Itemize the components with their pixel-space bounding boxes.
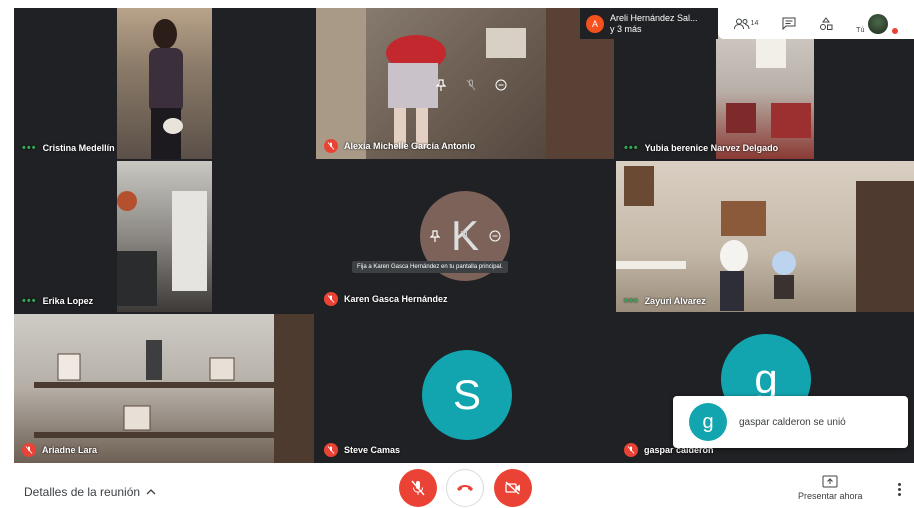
mic-off-icon — [324, 443, 338, 457]
mic-off-icon — [624, 443, 638, 457]
mic-off-icon — [411, 480, 425, 496]
leave-call-button[interactable] — [446, 469, 484, 507]
join-notification: g gaspar calderon se unió — [673, 396, 908, 448]
participant-nameplate: ••• Zayuri Alvarez — [624, 294, 706, 307]
participant-tile[interactable]: S Steve Camas — [316, 314, 614, 463]
speaking-indicator-icon: ••• — [22, 141, 37, 154]
participants-button[interactable]: 14 — [733, 18, 759, 30]
self-avatar — [868, 13, 889, 34]
self-muted-badge-icon — [892, 27, 899, 34]
chat-button[interactable] — [782, 17, 796, 30]
participant-nameplate: ••• Erika Lopez — [22, 294, 94, 307]
camera-feed — [14, 314, 314, 463]
participant-name: Cristina Medellín — [42, 143, 115, 153]
meeting-details-label: Detalles de la reunión — [24, 485, 141, 499]
chat-icon — [782, 17, 796, 30]
speaker-avatar: A — [586, 14, 604, 33]
participant-nameplate: ••• Yubia berenice Narvez Delgado — [624, 141, 779, 154]
participant-tile[interactable]: Alexia Michelle García Antonio — [316, 8, 614, 159]
camera-feed — [616, 161, 914, 312]
camera-toggle-button[interactable] — [494, 469, 532, 507]
remove-participant-icon[interactable] — [482, 225, 508, 247]
tile-hover-controls — [422, 225, 508, 247]
participant-tile[interactable]: ••• Cristina Medellín — [14, 8, 314, 159]
more-options-button[interactable] — [898, 483, 901, 496]
participant-count: 14 — [750, 20, 759, 27]
camera-feed — [117, 161, 212, 312]
camera-off-icon — [505, 481, 520, 495]
participant-nameplate: Steve Camas — [324, 443, 400, 457]
mute-participant-icon[interactable] — [452, 225, 478, 247]
present-screen-icon — [822, 475, 838, 488]
speaker-name: Areli Hernández Sal... — [610, 12, 698, 23]
video-grid: ••• Cristina Medellín Alexia Michelle Ga… — [14, 8, 914, 463]
room-scene — [616, 166, 914, 312]
room-scene — [34, 314, 314, 463]
notification-message: gaspar calderon se unió — [739, 416, 846, 428]
pin-icon[interactable] — [422, 225, 448, 247]
participant-name: Steve Camas — [344, 445, 401, 455]
speaking-indicator-icon: ••• — [624, 294, 639, 307]
present-now-label: Presentar ahora — [798, 491, 863, 501]
present-now-button[interactable]: Presentar ahora — [798, 475, 863, 501]
bottom-control-bar: Detalles de la reunión Presentar ahora — [0, 463, 914, 508]
speaking-indicator-icon: ••• — [22, 294, 37, 307]
participant-nameplate: Ariadne Lara — [22, 443, 97, 457]
chevron-up-icon — [146, 489, 156, 495]
room-scene — [117, 191, 207, 306]
meet-window: ••• Cristina Medellín Alexia Michelle Ga… — [0, 0, 914, 508]
participant-name: Alexia Michelle García Antonio — [344, 141, 476, 151]
participant-nameplate: Karen Gasca Hernández — [324, 292, 448, 306]
participant-tile[interactable]: K Fija a Karen Gasca Hernández en tu pan… — [316, 161, 614, 312]
participant-name: Yubia berenice Narvez Delgado — [644, 143, 779, 153]
mic-off-icon — [22, 443, 36, 457]
participant-tile[interactable]: Ariadne Lara — [14, 314, 314, 463]
participant-name: Zayuri Alvarez — [644, 296, 706, 306]
camera-feed — [117, 8, 212, 159]
speaker-text: Areli Hernández Sal... y 3 más — [610, 13, 698, 35]
speaking-indicator-icon: ••• — [624, 141, 639, 154]
meeting-details-button[interactable]: Detalles de la reunión — [24, 485, 156, 499]
participant-nameplate: Alexia Michelle García Antonio — [324, 139, 475, 153]
microphone-toggle-button[interactable] — [399, 469, 437, 507]
active-speaker-indicator[interactable]: A Areli Hernández Sal... y 3 más — [580, 8, 718, 39]
speaker-others: y 3 más — [610, 23, 642, 34]
participant-avatar: S — [422, 350, 512, 440]
participant-name: Karen Gasca Hernández — [344, 294, 448, 304]
self-view[interactable]: Tú — [856, 13, 899, 34]
pin-icon[interactable] — [428, 74, 454, 96]
participant-name: Erika Lopez — [42, 296, 94, 306]
top-toolbar: 14 Tú — [718, 8, 914, 39]
more-vert-icon — [898, 483, 901, 486]
participant-tile[interactable]: ••• Zayuri Alvarez — [616, 161, 914, 312]
self-label: Tú — [856, 26, 865, 34]
remove-participant-icon[interactable] — [488, 74, 514, 96]
mute-participant-icon[interactable] — [458, 74, 484, 96]
participant-name: Ariadne Lara — [42, 445, 98, 455]
pin-tooltip: Fija a Karen Gasca Hernández en tu panta… — [352, 261, 508, 273]
mic-off-icon — [324, 292, 338, 306]
participant-nameplate: ••• Cristina Medellín — [22, 141, 115, 154]
notification-avatar: g — [689, 403, 727, 441]
person-silhouette — [149, 19, 183, 159]
avatar-initial: S — [452, 371, 481, 418]
mic-off-icon — [324, 139, 338, 153]
shapes-icon — [819, 16, 833, 30]
participant-tile[interactable]: ••• Erika Lopez — [14, 161, 314, 312]
hang-up-icon — [457, 485, 473, 491]
activities-button[interactable] — [819, 16, 833, 31]
tile-hover-controls — [428, 74, 514, 96]
people-icon — [733, 18, 750, 29]
